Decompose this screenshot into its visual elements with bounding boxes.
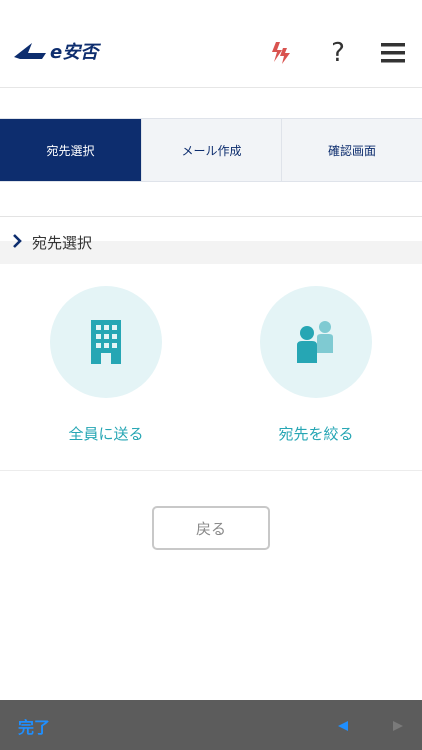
question-icon: ? [331,38,345,68]
done-button[interactable]: 完了 [18,714,50,738]
help-button[interactable]: ? [323,38,353,68]
step-compose-mail: メール作成 [141,119,281,181]
recipient-choices: 全員に送る 宛先を絞る [0,264,422,471]
people-icon [297,321,333,363]
filter-recipients-option[interactable]: 宛先を絞る [236,286,396,444]
hamburger-menu-icon[interactable] [378,38,408,68]
option-circle [260,286,372,398]
building-icon [91,320,121,364]
back-button[interactable]: 戻る [152,506,270,550]
step-confirm: 確認画面 [281,119,422,181]
send-to-all-label: 全員に送る [68,425,144,443]
earthquake-alert-icon[interactable] [266,38,296,68]
chevron-right-icon [13,234,22,248]
previous-arrow-icon[interactable] [337,721,349,731]
step-indicator: 宛先選択 メール作成 確認画面 [0,118,422,182]
step-label: 確認画面 [327,143,376,158]
step-label: 宛先選択 [46,143,95,158]
next-arrow-icon[interactable] [392,721,404,731]
option-circle [50,286,162,398]
step-label: メール作成 [181,143,242,158]
send-to-all-option[interactable]: 全員に送る [26,286,186,444]
logo-text: e安否 [50,42,99,63]
app-header: e安否 ? [0,0,422,88]
section-heading: 宛先選択 [0,216,422,264]
step-select-recipients: 宛先選択 [0,119,141,181]
logo-mark-icon [14,43,46,59]
keyboard-toolbar: 完了 [0,700,422,750]
filter-recipients-label: 宛先を絞る [278,425,354,443]
section-title: 宛先選択 [32,234,93,252]
app-logo[interactable]: e安否 [12,38,98,64]
back-button-label: 戻る [195,519,226,538]
